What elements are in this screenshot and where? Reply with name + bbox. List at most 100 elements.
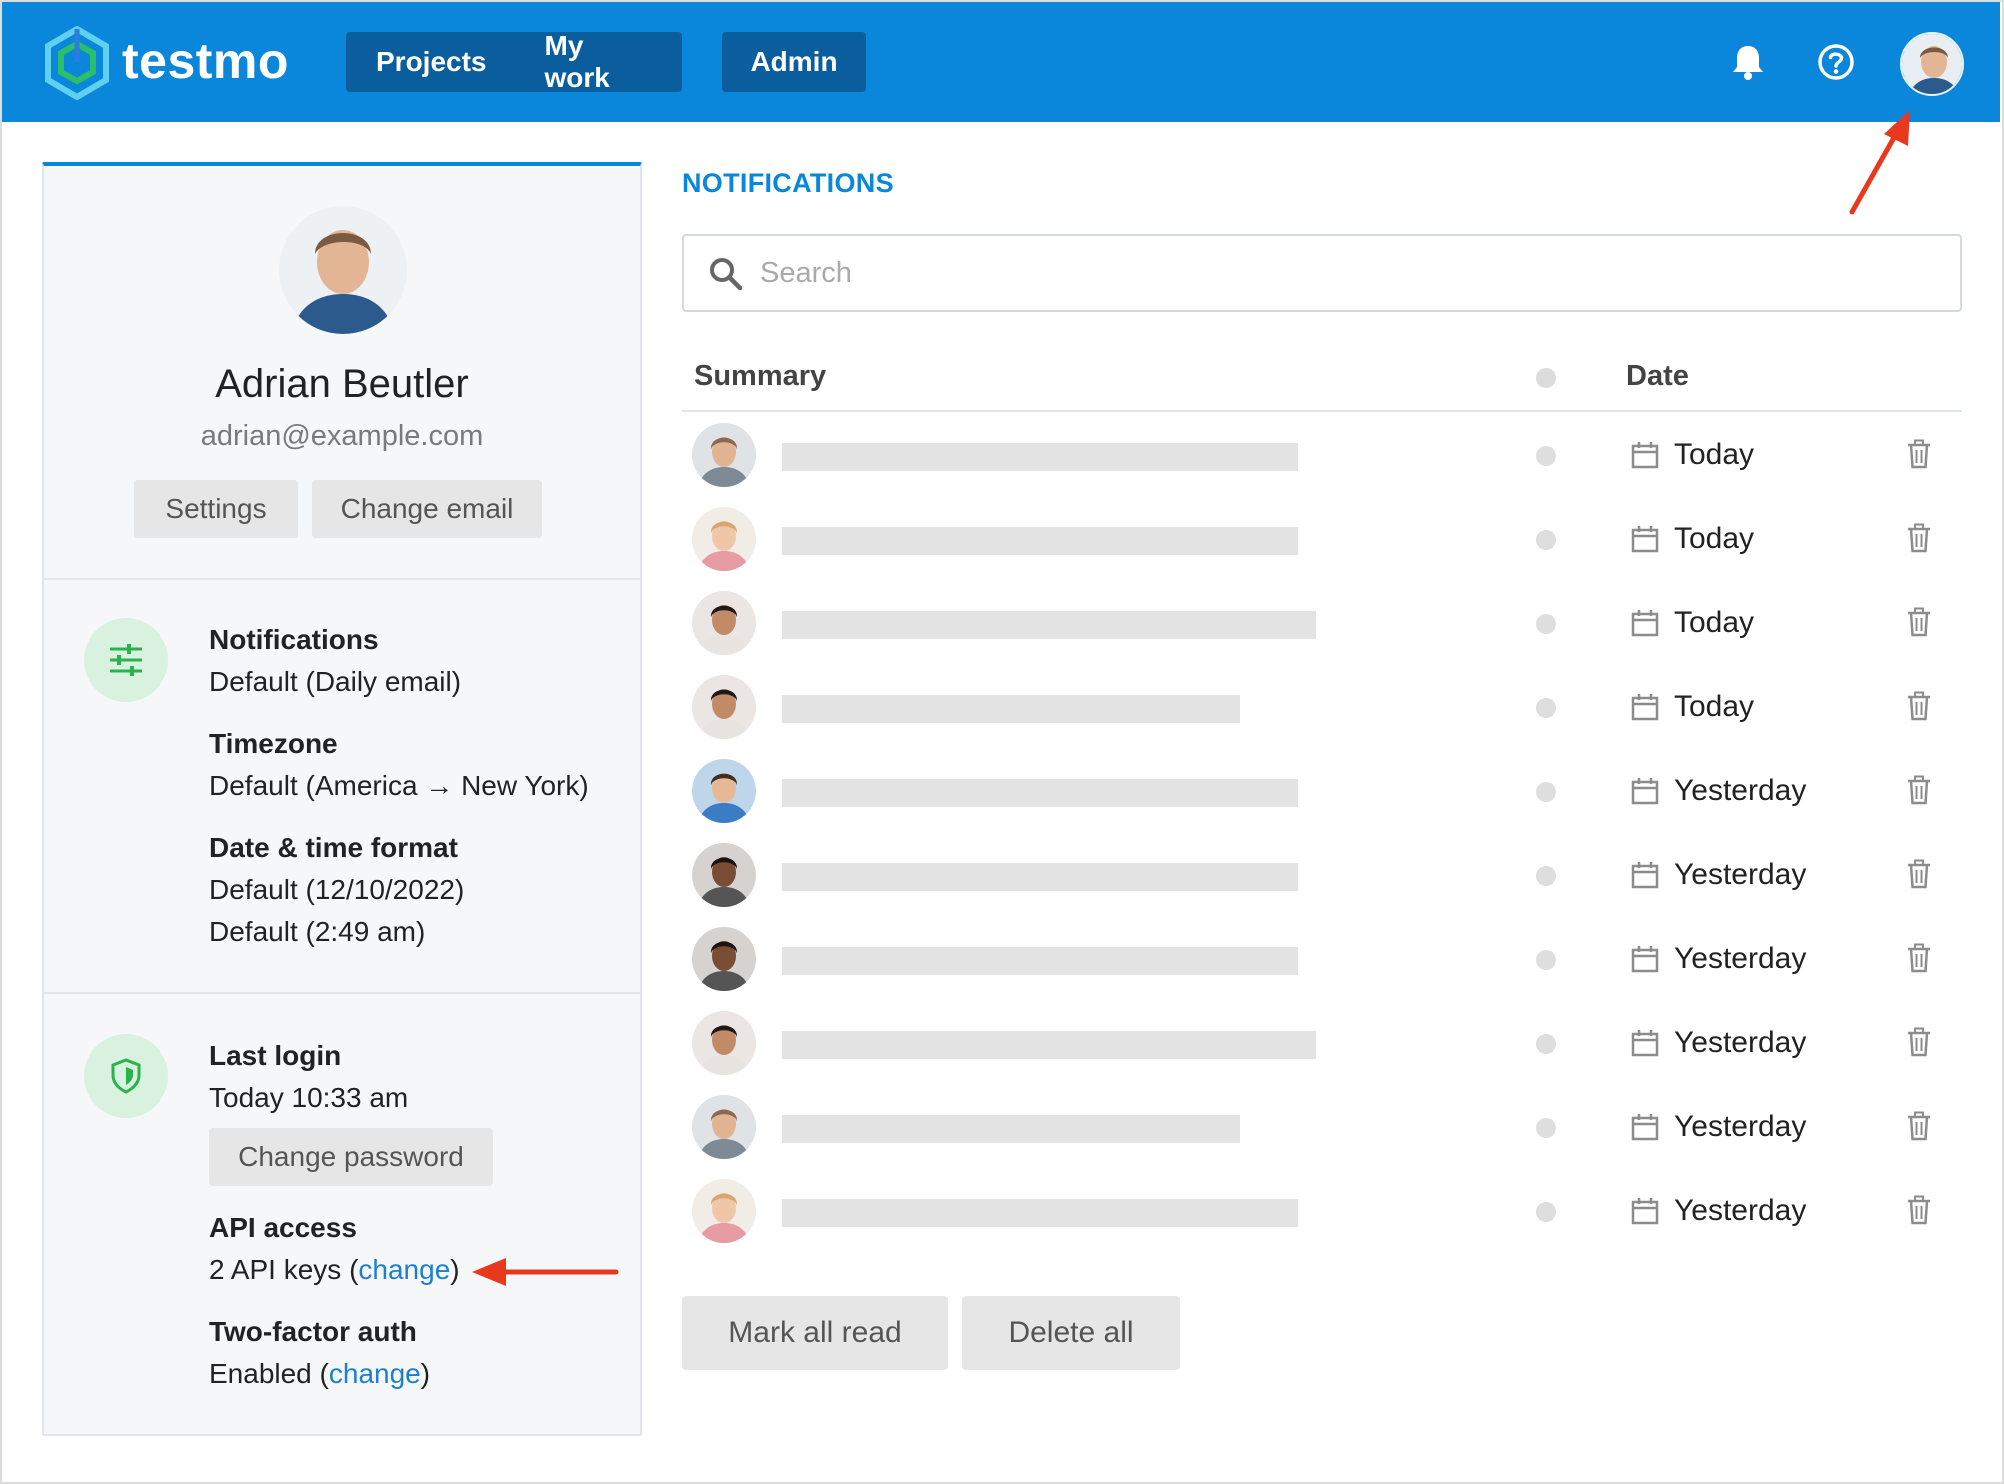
trash-icon[interactable]	[1906, 691, 1932, 721]
bell-icon[interactable]	[1728, 42, 1768, 82]
trash-icon[interactable]	[1906, 1195, 1932, 1225]
summary-placeholder	[782, 443, 1298, 471]
sender-avatar	[692, 759, 756, 823]
nav-projects[interactable]: Projects	[346, 46, 517, 78]
unread-dot[interactable]	[1536, 866, 1556, 886]
notification-row[interactable]: Yesterday	[682, 1170, 1962, 1254]
person-photo-icon	[692, 591, 756, 655]
person-photo-icon	[692, 843, 756, 907]
calendar-icon	[1631, 778, 1659, 805]
trash-icon[interactable]	[1906, 775, 1932, 805]
notification-row[interactable]: Yesterday	[682, 1002, 1962, 1086]
nav-admin[interactable]: Admin	[750, 46, 837, 78]
notification-date: Yesterday	[1674, 1026, 1807, 1059]
unread-dot[interactable]	[1536, 1118, 1556, 1138]
unread-dot[interactable]	[1536, 446, 1556, 466]
calendar-icon	[1631, 1198, 1659, 1225]
help-icon[interactable]	[1816, 42, 1856, 82]
notification-row[interactable]: Today	[682, 414, 1962, 498]
unread-dot[interactable]	[1536, 1202, 1556, 1222]
timezone-label: Timezone	[209, 728, 338, 759]
notification-date: Today	[1674, 438, 1755, 471]
sender-avatar	[692, 507, 756, 571]
sender-avatar	[692, 927, 756, 991]
testmo-logo-icon[interactable]	[42, 26, 112, 100]
trash-icon[interactable]	[1906, 1111, 1932, 1141]
summary-placeholder	[782, 1031, 1316, 1059]
notification-row[interactable]: Today	[682, 666, 1962, 750]
column-header-summary[interactable]: Summary	[694, 360, 826, 393]
search-icon	[710, 258, 743, 291]
sender-avatar	[692, 1011, 756, 1075]
sender-avatar	[692, 591, 756, 655]
column-header-read-dot[interactable]	[1536, 368, 1556, 388]
unread-dot[interactable]	[1536, 698, 1556, 718]
unread-dot[interactable]	[1536, 950, 1556, 970]
settings-button[interactable]: Settings	[134, 480, 298, 538]
annotation-arrow-icon	[1849, 110, 1910, 215]
trash-icon[interactable]	[1906, 439, 1932, 469]
notifications-label: Notifications	[209, 624, 379, 655]
last-login-value: Today 10:33 am	[209, 1082, 409, 1113]
column-header-date[interactable]: Date	[1626, 360, 1689, 393]
sender-avatar	[692, 843, 756, 907]
calendar-icon	[1631, 1114, 1659, 1141]
user-avatar-menu[interactable]	[1900, 32, 1964, 96]
change-password-button[interactable]: Change password	[209, 1128, 493, 1186]
person-photo-icon	[692, 1095, 756, 1159]
nav-my-work[interactable]: My work	[517, 30, 683, 94]
date-format-value: Default (12/10/2022)	[209, 874, 465, 905]
notification-date: Today	[1674, 522, 1755, 555]
time-format-value: Default (2:49 am)	[209, 916, 426, 947]
user-avatar-icon	[1902, 34, 1962, 94]
unread-dot[interactable]	[1536, 530, 1556, 550]
profile-name: Adrian Beutler	[215, 362, 469, 406]
divider	[44, 578, 640, 580]
summary-placeholder	[782, 779, 1298, 807]
sender-avatar	[692, 423, 756, 487]
notification-date: Yesterday	[1674, 858, 1807, 891]
trash-icon[interactable]	[1906, 943, 1932, 973]
trash-icon[interactable]	[1906, 1027, 1932, 1057]
two-factor-change-link[interactable]: change	[329, 1358, 421, 1389]
delete-all-button[interactable]: Delete all	[962, 1296, 1180, 1370]
person-photo-icon	[692, 507, 756, 571]
notification-date: Yesterday	[1674, 1194, 1807, 1227]
profile-panel: Adrian Beutler adrian@example.com Settin…	[42, 162, 642, 1436]
main-nav-group: Projects My work	[346, 30, 683, 94]
search-input[interactable]	[760, 250, 1940, 296]
notification-row[interactable]: Yesterday	[682, 1086, 1962, 1170]
summary-placeholder	[782, 611, 1316, 639]
sender-avatar	[692, 1095, 756, 1159]
mark-all-read-button[interactable]: Mark all read	[682, 1296, 948, 1370]
unread-dot[interactable]	[1536, 1034, 1556, 1054]
trash-icon[interactable]	[1906, 607, 1932, 637]
security-circle	[84, 1034, 168, 1118]
notification-row[interactable]: Yesterday	[682, 834, 1962, 918]
summary-placeholder	[782, 1199, 1298, 1227]
trash-icon[interactable]	[1906, 859, 1932, 889]
api-change-link[interactable]: change	[358, 1254, 450, 1285]
two-factor-paren-close: )	[420, 1358, 431, 1389]
unread-dot[interactable]	[1536, 614, 1556, 634]
notification-row[interactable]: Today	[682, 498, 1962, 582]
api-access-label: API access	[209, 1212, 357, 1243]
search-box	[682, 234, 1962, 312]
calendar-icon	[1631, 862, 1659, 889]
sender-avatar	[692, 675, 756, 739]
change-email-button[interactable]: Change email	[312, 480, 542, 538]
preferences-circle	[84, 618, 168, 702]
calendar-icon	[1631, 694, 1659, 721]
notification-date: Yesterday	[1674, 942, 1807, 975]
brand-name[interactable]: testmo	[122, 32, 289, 90]
notification-row[interactable]: Yesterday	[682, 918, 1962, 1002]
summary-placeholder	[782, 1115, 1240, 1143]
notification-row[interactable]: Yesterday	[682, 750, 1962, 834]
sliders-icon	[110, 644, 142, 676]
two-factor-value: Enabled (change)	[209, 1358, 430, 1390]
notification-row[interactable]: Today	[682, 582, 1962, 666]
calendar-icon	[1631, 1030, 1659, 1057]
summary-placeholder	[782, 527, 1298, 555]
unread-dot[interactable]	[1536, 782, 1556, 802]
trash-icon[interactable]	[1906, 523, 1932, 553]
